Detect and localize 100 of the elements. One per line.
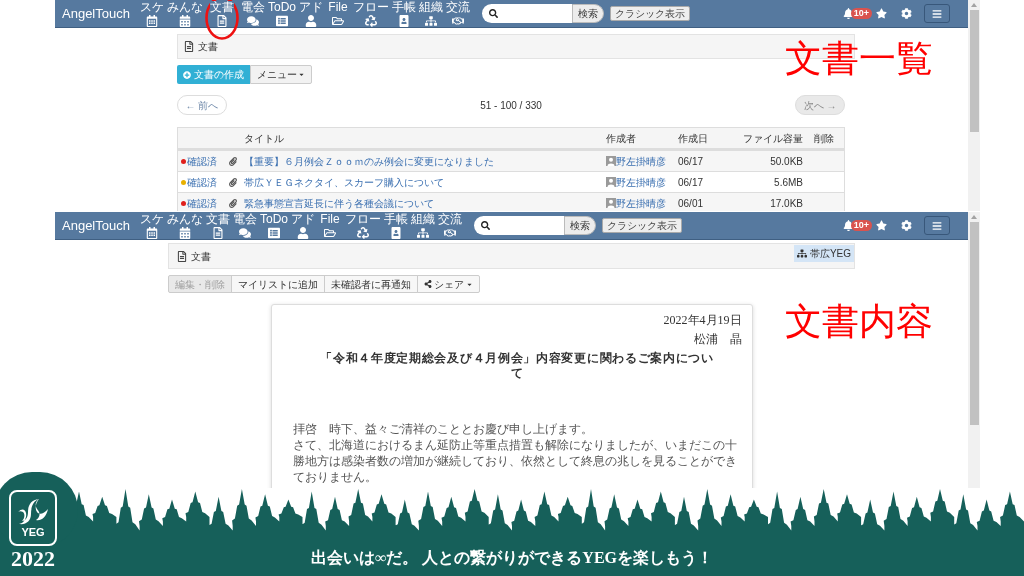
handshake-icon <box>443 227 456 239</box>
slogan: 出会いは∞だ。 人との繋がりができるYEGを楽しもう！ <box>310 547 714 569</box>
star-icon[interactable] <box>876 220 887 231</box>
logo-text: YEG <box>21 526 45 538</box>
next-page-button[interactable]: 次へ → <box>795 95 845 115</box>
paperclip-icon <box>229 177 237 187</box>
calendar-grid-icon <box>178 227 191 239</box>
notification-count: 10+ <box>850 220 872 231</box>
classic-view-button[interactable]: クラシック表示 <box>601 218 682 233</box>
calendar-grid-icon <box>178 15 191 27</box>
scrollbar[interactable] <box>968 0 980 211</box>
status-link[interactable]: 確認済 <box>187 174 217 190</box>
star-icon[interactable] <box>876 8 887 19</box>
brand-name[interactable]: AngelTouch <box>62 7 130 20</box>
bell-icon[interactable] <box>842 8 854 19</box>
list-icon <box>267 227 280 239</box>
settings-icon[interactable] <box>901 220 912 231</box>
document-icon <box>211 227 224 239</box>
avatar-icon <box>606 156 616 166</box>
settings-icon[interactable] <box>901 8 912 19</box>
recycle-icon <box>356 227 369 239</box>
bell-icon[interactable] <box>842 220 854 231</box>
column-header: 作成者 <box>606 132 636 144</box>
menu-dropdown-button[interactable]: メニュー <box>250 65 312 84</box>
search-field[interactable] <box>481 4 572 23</box>
scrollbar[interactable] <box>968 212 980 488</box>
document-paragraph: さて、北海道におけるまん延防止等重点措置も解除になりましたが、いまだこの十勝地方は感染者数の増加が継続しており、依然として終息の兆しを見ることができておりません。 <box>292 437 738 485</box>
annotation-label: 文書内容 <box>785 303 933 340</box>
status-link[interactable]: 確認済 <box>187 153 217 169</box>
document-date: 2022年4月19日 <box>663 313 742 327</box>
previous-page-button[interactable]: ← 前へ <box>177 95 227 115</box>
handshake-icon <box>451 15 464 27</box>
date-text: 06/17 <box>678 155 704 167</box>
folder-icon <box>331 15 344 27</box>
column-header: ファイル容量 <box>743 132 803 144</box>
caret-icon <box>298 71 305 78</box>
classic-view-button[interactable]: クラシック表示 <box>609 6 690 21</box>
document-icon <box>215 15 228 27</box>
notification-count: 10+ <box>850 8 872 19</box>
column-header: 削除 <box>814 132 834 144</box>
group-link[interactable]: 帯広YEG <box>793 245 854 262</box>
page-title: 文書 <box>191 249 211 264</box>
portrait-icon <box>397 15 410 27</box>
share-menu-button[interactable]: シェア <box>417 275 480 293</box>
menu-button[interactable] <box>924 216 950 235</box>
status-link[interactable]: 確認済 <box>187 195 217 211</box>
paperclip-icon <box>229 156 237 166</box>
portrait-icon <box>389 227 402 239</box>
date-text: 06/17 <box>678 176 704 188</box>
column-header: タイトル <box>244 132 284 144</box>
list-icon <box>275 15 288 27</box>
user-icon <box>304 15 317 27</box>
recycle-icon <box>364 15 377 27</box>
folder-icon <box>323 227 336 239</box>
speech-bubbles-icon <box>246 15 259 27</box>
document-title: 「令和４年度定期総会及び４月例会」内容変更に関わるご案内について <box>320 351 714 381</box>
page-title: 文書 <box>198 40 218 54</box>
speech-bubbles-icon <box>238 227 251 239</box>
document-title-link[interactable]: 【重要】６月例会Ｚｏｏｍのみ例会に変更になりました <box>244 155 494 167</box>
toolbar-button[interactable]: 未確認者に再通知 <box>324 275 418 293</box>
share-icon <box>424 280 432 288</box>
search-icon <box>480 221 490 230</box>
user-icon <box>296 227 309 239</box>
paperclip-icon <box>229 198 237 208</box>
create-document-button[interactable]: 文書の作成 <box>177 65 250 84</box>
scrollbar-thumb[interactable] <box>969 10 979 132</box>
document-icon <box>177 250 187 262</box>
author-link[interactable]: 野左掛晴彦 <box>616 153 666 169</box>
annotation-label: 文書一覧 <box>785 40 933 77</box>
calendar-icon <box>145 15 158 27</box>
date-text: 06/01 <box>678 197 704 209</box>
menu-icon <box>931 8 943 19</box>
menu-button[interactable] <box>924 4 950 23</box>
search-button[interactable]: 検索 <box>571 4 604 23</box>
scrollbar-thumb[interactable] <box>969 222 979 425</box>
document-paragraph: 拝啓 時下、益々ご清祥のこととお慶び申し上げます。 <box>292 421 594 437</box>
document-icon <box>184 41 194 52</box>
brand-name[interactable]: AngelTouch <box>62 219 130 232</box>
plus-icon <box>183 70 191 79</box>
document-title-link[interactable]: 緊急事態宣言延長に伴う各種会議について <box>244 197 434 209</box>
document-author: 松浦 晶 <box>693 332 742 346</box>
year-text: 2022 <box>11 548 55 570</box>
author-link[interactable]: 野左掛晴彦 <box>616 174 666 190</box>
search-field[interactable] <box>473 216 564 235</box>
column-header: 作成日 <box>678 132 708 144</box>
file-size-text: 5.6MB <box>774 176 803 188</box>
hierarchy-icon <box>424 15 437 27</box>
search-icon <box>488 9 498 18</box>
author-link[interactable]: 野左掛晴彦 <box>616 195 666 211</box>
hierarchy-icon <box>796 249 807 258</box>
avatar-icon <box>606 198 616 208</box>
nav-item[interactable]: File <box>325 1 350 27</box>
page-range: 51 - 100 / 330 <box>480 98 542 113</box>
menu-icon <box>931 220 943 231</box>
nav-item[interactable]: File <box>317 213 342 239</box>
avatar-icon <box>606 177 616 187</box>
toolbar-button[interactable]: マイリストに追加 <box>231 275 325 293</box>
document-title-link[interactable]: 帯広ＹＥＧネクタイ、スカーフ購入について <box>244 176 444 188</box>
search-button[interactable]: 検索 <box>563 216 596 235</box>
file-size-text: 17.0KB <box>770 197 803 209</box>
